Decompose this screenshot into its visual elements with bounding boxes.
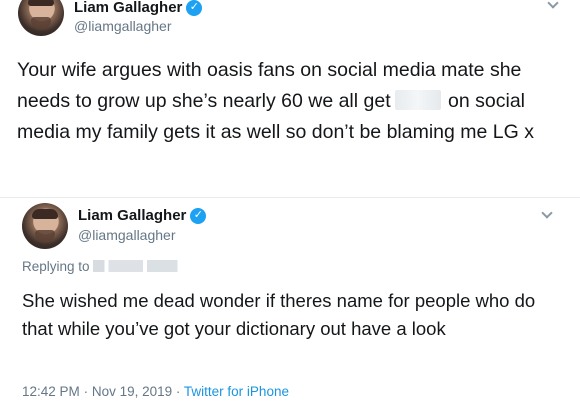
author-handle[interactable]: @liamgallagher [74,18,171,34]
meta-separator: · [175,384,181,399]
redacted-word [394,90,441,110]
author-name-row[interactable]: Liam Gallagher ✓ [74,0,203,16]
avatar[interactable] [22,203,68,249]
tweet-text: She wished me dead wonder if theres name… [22,290,536,339]
tweet-time[interactable]: 12:42 PM [22,384,80,399]
tweet-metadata: 12:42 PM · Nov 19, 2019 · Twitter for iP… [22,384,289,399]
chevron-down-icon[interactable] [547,0,559,9]
tweet-card-top[interactable]: Liam Gallagher ✓ @liamgallagher Your wif… [0,0,580,197]
author-name-row[interactable]: Liam Gallagher ✓ [78,207,207,224]
author-display-name[interactable]: Liam Gallagher [78,207,186,224]
verified-badge-icon: ✓ [190,207,207,224]
tweet-text: Your wife argues with oasis fans on soci… [17,55,557,148]
tweet-date[interactable]: Nov 19, 2019 [92,384,172,399]
tweet-source-link[interactable]: Twitter for iPhone [184,384,289,399]
author-display-name[interactable]: Liam Gallagher [74,0,182,16]
avatar[interactable] [18,0,64,36]
verified-badge-icon: ✓ [186,0,203,16]
redacted-handle [92,260,189,272]
author-handle[interactable]: @liamgallagher [78,227,175,243]
replying-to: Replying to [22,259,189,274]
replying-to-label: Replying to [22,259,90,274]
tweet-text-part-1: Your wife argues with oasis fans on soci… [17,59,522,112]
meta-separator: · [83,384,89,399]
